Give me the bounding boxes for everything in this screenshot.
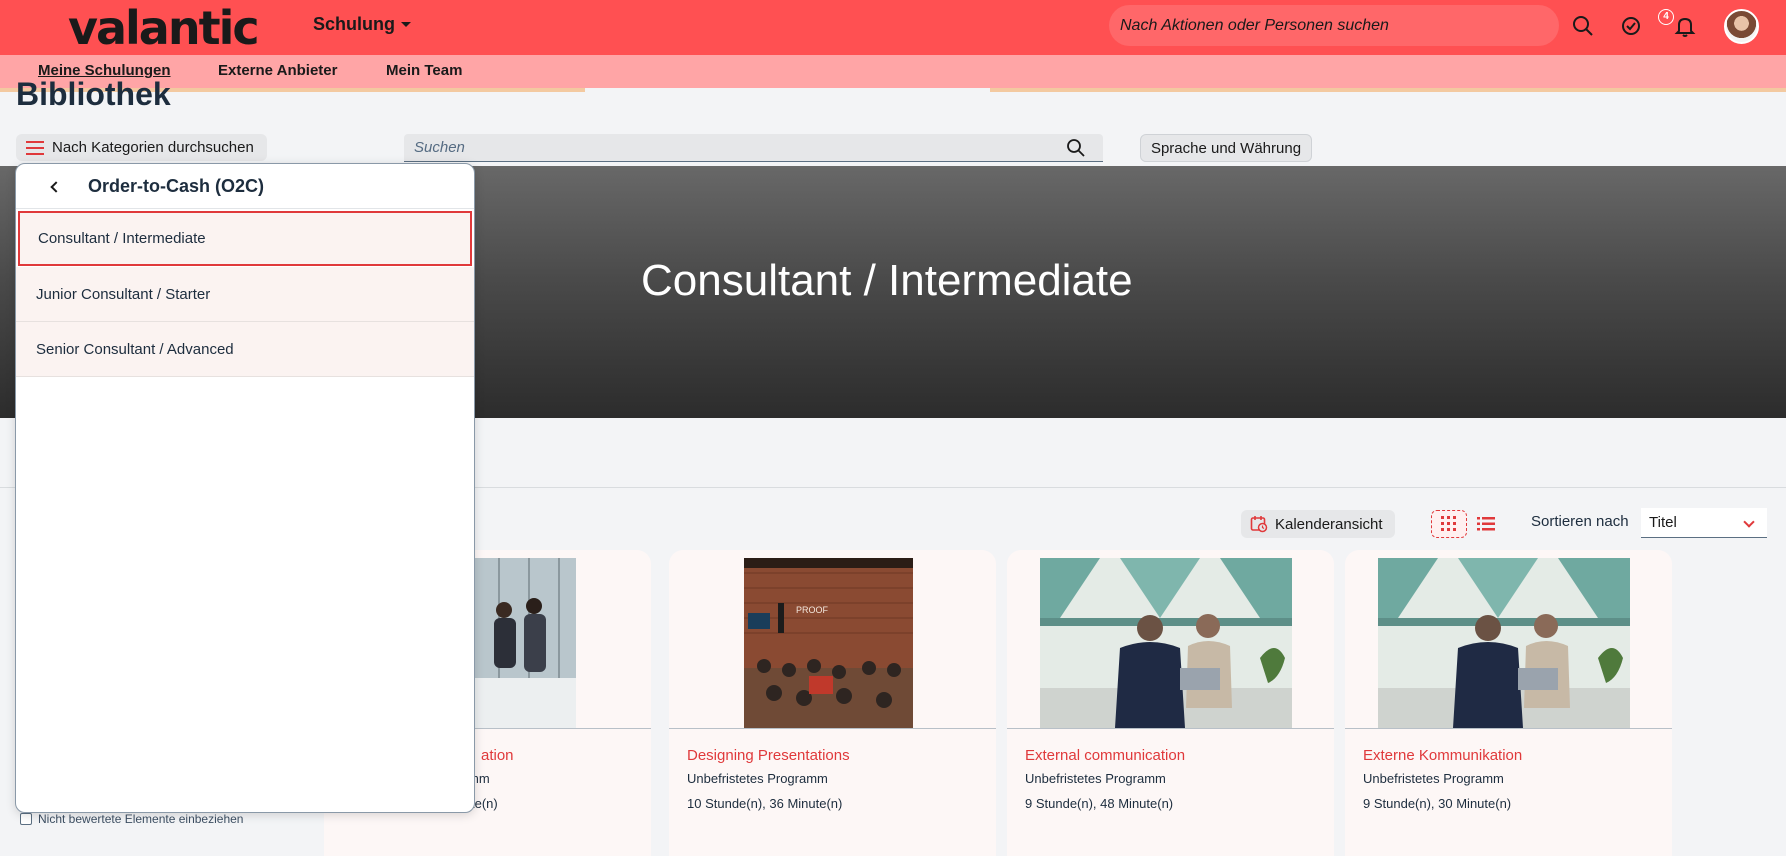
popover-header: Order-to-Cash (O2C) [16, 164, 474, 209]
card-title[interactable]: External communication [1025, 747, 1185, 764]
tasks-check-icon[interactable] [1617, 12, 1645, 40]
course-image: PROOF [744, 558, 913, 728]
calendar-view-label: Kalenderansicht [1275, 515, 1383, 533]
calendar-view-button[interactable]: Kalenderansicht [1241, 510, 1395, 538]
course-card[interactable]: Externe Kommunikation Unbefristetes Prog… [1345, 550, 1672, 856]
card-separator [1345, 728, 1672, 729]
user-avatar[interactable] [1724, 9, 1759, 44]
card-duration: 9 Stunde(n), 30 Minute(n) [1363, 796, 1512, 811]
global-search-input[interactable] [1109, 5, 1559, 46]
list-icon [1477, 517, 1495, 531]
card-type: Unbefristetes Programm [1363, 771, 1504, 786]
company-logo[interactable]: valantic [68, 1, 260, 55]
back-button[interactable] [40, 173, 68, 201]
subnav-my-team[interactable]: Mein Team [386, 62, 462, 79]
product-menu-label: Schulung [313, 14, 395, 34]
category-item-junior-consultant[interactable]: Junior Consultant / Starter [16, 267, 474, 322]
sort-by-label: Sortieren nach [1531, 513, 1629, 530]
calendar-clock-icon [1250, 516, 1268, 533]
sub-navigation: Meine Schulungen Externe Anbieter Mein T… [0, 55, 1786, 88]
card-type: Unbefristetes Programm [1025, 771, 1166, 786]
grid-view-toggle[interactable] [1431, 510, 1467, 538]
course-card[interactable]: External communication Unbefristetes Pro… [1007, 550, 1334, 856]
category-item-senior-consultant[interactable]: Senior Consultant / Advanced [16, 322, 474, 377]
language-currency-button[interactable]: Sprache und Währung [1140, 134, 1312, 162]
product-menu-button[interactable]: Schulung [313, 14, 411, 35]
grid-icon [1441, 516, 1456, 531]
subnav-external-providers[interactable]: Externe Anbieter [218, 62, 337, 79]
decorative-strip [990, 88, 1786, 92]
search-icon[interactable] [1569, 12, 1597, 40]
sort-select[interactable]: Titel [1641, 508, 1767, 538]
catalog-search-field [404, 134, 1103, 162]
chevron-left-icon [50, 181, 62, 193]
popover-title: Order-to-Cash (O2C) [88, 176, 265, 196]
notification-badge: 4 [1658, 9, 1674, 25]
card-separator [1007, 728, 1334, 729]
caret-down-icon [401, 22, 411, 27]
card-title[interactable]: ation [481, 747, 514, 764]
card-duration: te(n) [471, 796, 498, 811]
category-popover: Order-to-Cash (O2C) Consultant / Interme… [15, 163, 475, 813]
page-title: Bibliothek [16, 76, 171, 112]
hero-title: Consultant / Intermediate [641, 256, 1133, 305]
browse-categories-button[interactable]: Nach Kategorien durchsuchen [16, 134, 267, 161]
menu-icon [26, 140, 44, 155]
shell-bar: valantic Schulung 4 [0, 0, 1786, 55]
include-unrated-label: Nicht bewertete Elemente einbeziehen [38, 812, 244, 826]
course-image [1040, 558, 1292, 728]
sort-select-value: Titel [1649, 514, 1677, 531]
course-card[interactable]: PROOF Designing Presentations Unbefriste… [669, 550, 996, 856]
card-title[interactable]: Externe Kommunikation [1363, 747, 1522, 764]
bell-icon[interactable] [1671, 12, 1699, 40]
card-separator [669, 728, 996, 729]
include-unrated-checkbox[interactable]: Nicht bewertete Elemente einbeziehen [20, 812, 243, 826]
search-icon[interactable] [1066, 138, 1086, 158]
chevron-down-icon [1743, 516, 1755, 528]
catalog-search-input[interactable] [414, 139, 1054, 156]
course-image [1378, 558, 1630, 728]
card-title[interactable]: Designing Presentations [687, 747, 850, 764]
svg-text:PROOF: PROOF [796, 605, 829, 615]
card-type: Unbefristetes Programm [687, 771, 828, 786]
checkbox-box[interactable] [20, 813, 32, 825]
card-duration: 9 Stunde(n), 48 Minute(n) [1025, 796, 1174, 811]
card-duration: 10 Stunde(n), 36 Minute(n) [687, 796, 843, 811]
category-item-consultant-intermediate[interactable]: Consultant / Intermediate [18, 211, 472, 266]
list-view-toggle[interactable] [1472, 510, 1500, 538]
browse-categories-label: Nach Kategorien durchsuchen [52, 139, 254, 156]
